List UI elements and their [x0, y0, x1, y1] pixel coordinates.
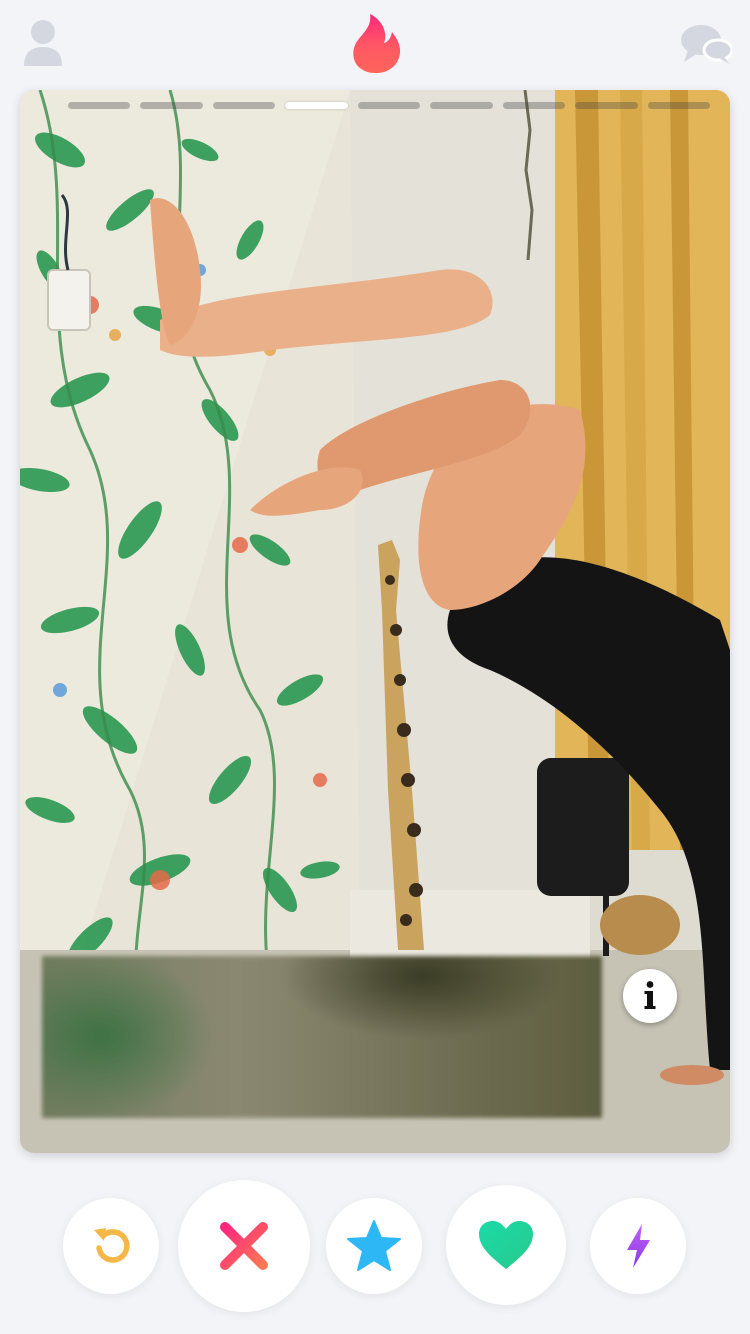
flame-logo-icon[interactable]: [348, 12, 404, 74]
progress-segment: [68, 102, 131, 109]
super-like-button[interactable]: [326, 1198, 422, 1294]
like-button[interactable]: [446, 1185, 566, 1305]
progress-segment-active: [285, 102, 348, 109]
progress-segment: [647, 102, 710, 109]
progress-segment: [140, 102, 203, 109]
rewind-icon: [94, 1228, 130, 1263]
profile-icon[interactable]: [22, 18, 64, 68]
info-button[interactable]: [623, 969, 677, 1023]
obscured-profile-info: [42, 956, 602, 1118]
profile-card[interactable]: [20, 90, 730, 1153]
x-icon: [220, 1222, 268, 1270]
action-bar: [0, 1160, 750, 1334]
heart-icon: [479, 1221, 533, 1269]
star-icon: [347, 1220, 401, 1271]
top-bar: [0, 0, 750, 90]
progress-segment: [502, 102, 566, 109]
progress-segment: [357, 102, 421, 109]
lightning-icon: [627, 1224, 650, 1268]
progress-segment: [212, 102, 276, 109]
photo-progress-indicator: [20, 102, 730, 110]
progress-segment: [575, 102, 638, 109]
nope-button[interactable]: [178, 1180, 310, 1312]
messages-icon[interactable]: [680, 22, 732, 66]
boost-button[interactable]: [590, 1198, 686, 1294]
rewind-button[interactable]: [63, 1198, 159, 1294]
info-icon: [644, 981, 656, 1009]
progress-segment: [430, 102, 493, 109]
tinder-app: [0, 0, 750, 1334]
